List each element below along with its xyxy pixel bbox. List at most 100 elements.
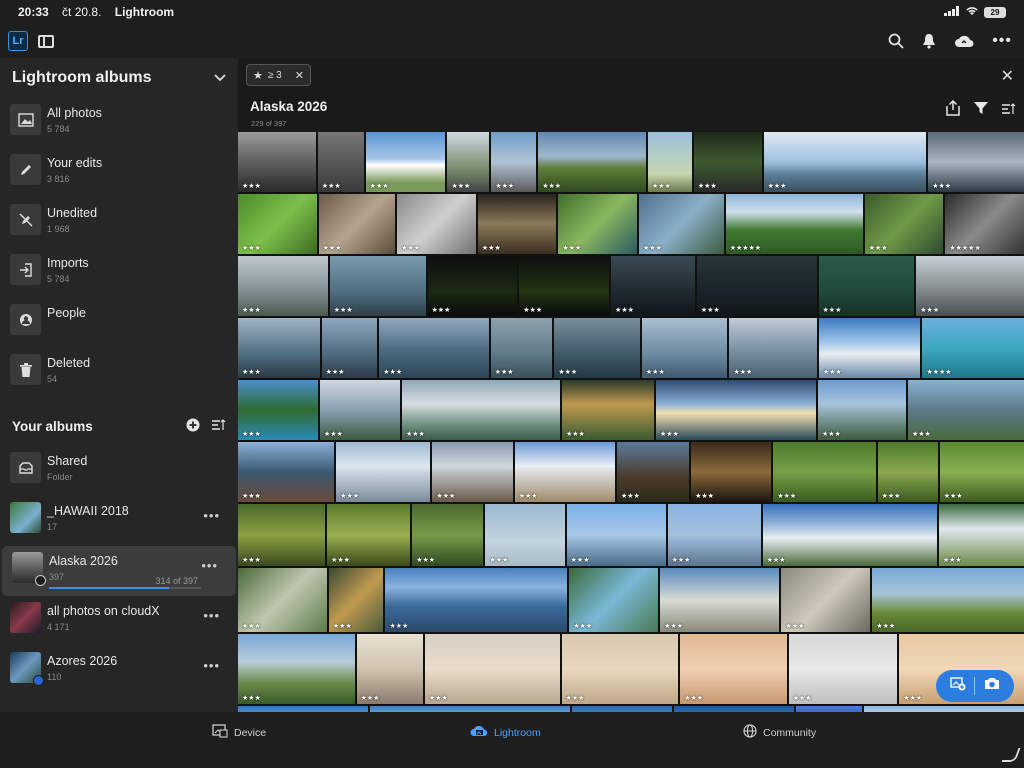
photo-thumbnail[interactable]: ★★★ [877, 442, 938, 502]
close-icon[interactable]: ✕ [295, 69, 304, 82]
camera-icon[interactable] [984, 677, 1000, 695]
sidebar-item-imports[interactable]: Imports 5 784 [0, 248, 238, 298]
album-item-alaska[interactable]: Alaska 2026 397 314 of 397 ••• [2, 546, 236, 596]
photo-thumbnail[interactable]: ★★★ [238, 504, 326, 566]
photo-thumbnail[interactable]: ★★★ [379, 318, 489, 378]
album-item-hawaii[interactable]: _HAWAII 2018 17 ••• [0, 496, 238, 546]
album-item-shared[interactable]: Shared Folder [0, 446, 238, 496]
resize-handle-icon[interactable] [1001, 748, 1021, 762]
photo-thumbnail[interactable]: ★★★ [321, 318, 378, 378]
photo-thumbnail[interactable]: ★★★ [660, 568, 780, 632]
photo-thumbnail[interactable]: ★★★ [424, 634, 560, 704]
tab-device[interactable]: Device [212, 724, 266, 741]
photo-thumbnail[interactable]: ★★★ [327, 504, 411, 566]
photo-thumbnail[interactable]: ★★★ [569, 568, 659, 632]
photo-thumbnail[interactable]: ★★★ [432, 442, 513, 502]
photo-thumbnail[interactable]: ★★★ [928, 132, 1024, 192]
photo-thumbnail[interactable]: ★★★ [938, 504, 1024, 566]
photo-thumbnail[interactable]: ★★★ [356, 634, 423, 704]
photo-thumbnail[interactable]: ★★★ [427, 256, 518, 316]
photo-thumbnail[interactable]: ★★★ [562, 380, 654, 440]
sidebar-item-unedited[interactable]: Unedited 1 968 [0, 198, 238, 248]
photo-thumbnail[interactable]: ★★★ [916, 256, 1024, 316]
sidebar-item-deleted[interactable]: Deleted 54 [0, 348, 238, 398]
photo-thumbnail[interactable]: ★★★ [566, 504, 666, 566]
photo-thumbnail[interactable]: ★★★ [538, 132, 646, 192]
photo-thumbnail[interactable]: ★★★ [818, 318, 921, 378]
share-icon[interactable] [946, 99, 960, 121]
photo-thumbnail[interactable]: ★★★ [908, 380, 1024, 440]
photo-thumbnail[interactable]: ★★★ [639, 194, 724, 254]
chevron-down-icon[interactable] [214, 69, 226, 87]
photo-thumbnail[interactable]: ★★★ [729, 318, 817, 378]
album-more-icon[interactable]: ••• [201, 558, 218, 573]
cloud-sync-icon[interactable] [954, 34, 974, 48]
photo-thumbnail[interactable]: ★★★ [641, 318, 728, 378]
sort-icon[interactable] [212, 418, 226, 434]
photo-thumbnail[interactable]: ★★★ [317, 132, 364, 192]
sort-icon[interactable] [1002, 102, 1016, 120]
photo-thumbnail[interactable]: ★★★ [328, 568, 384, 632]
photo-thumbnail[interactable]: ★★★ [412, 504, 484, 566]
album-item-cloudx[interactable]: all photos on cloudX 4 171 ••• [0, 596, 238, 646]
sidebar-toggle-icon[interactable] [38, 34, 54, 48]
photo-thumbnail[interactable]: ★★★★ [922, 318, 1024, 378]
photo-thumbnail[interactable]: ★★★ [693, 132, 762, 192]
add-album-icon[interactable] [186, 418, 200, 435]
photo-thumbnail[interactable]: ★★★ [656, 380, 816, 440]
photo-thumbnail[interactable]: ★★★ [872, 568, 1024, 632]
photo-thumbnail[interactable]: ★★★ [762, 504, 937, 566]
album-more-icon[interactable]: ••• [203, 508, 220, 523]
photo-thumbnail[interactable]: ★★★ [320, 380, 400, 440]
photo-thumbnail[interactable]: ★★★ [485, 504, 565, 566]
photo-thumbnail[interactable]: ★★★ [490, 318, 553, 378]
photo-thumbnail[interactable]: ★★★ [238, 568, 327, 632]
sidebar-item-people[interactable]: People [0, 298, 238, 348]
photo-thumbnail[interactable]: ★★★ [238, 442, 335, 502]
photo-thumbnail[interactable]: ★★★ [238, 380, 318, 440]
close-filter-icon[interactable]: ✕ [1001, 66, 1014, 86]
photo-thumbnail[interactable]: ★★★ [788, 634, 898, 704]
more-icon[interactable]: ••• [992, 32, 1012, 50]
sidebar-item-your-edits[interactable]: Your edits 3 816 [0, 148, 238, 198]
album-more-icon[interactable]: ••• [203, 658, 220, 673]
photo-thumbnail[interactable]: ★★★ [558, 194, 638, 254]
photo-thumbnail[interactable]: ★★★ [616, 442, 690, 502]
photo-thumbnail[interactable]: ★★★ [238, 256, 328, 316]
photo-thumbnail[interactable]: ★★★ [667, 504, 761, 566]
photo-thumbnail[interactable]: ★★★★★ [725, 194, 863, 254]
photo-thumbnail[interactable]: ★★★ [818, 380, 906, 440]
photo-thumbnail[interactable]: ★★★ [554, 318, 640, 378]
photo-thumbnail[interactable]: ★★★ [647, 132, 692, 192]
photo-thumbnail[interactable]: ★★★ [491, 132, 537, 192]
add-photo-icon[interactable] [950, 676, 966, 696]
album-item-azores[interactable]: Azores 2026 110 ••• [0, 646, 238, 696]
album-more-icon[interactable]: ••• [203, 608, 220, 623]
add-photos-fab[interactable] [936, 670, 1014, 702]
photo-thumbnail[interactable]: ★★★★★ [945, 194, 1024, 254]
photo-thumbnail[interactable]: ★★★ [611, 256, 695, 316]
rating-filter-chip[interactable]: ★ ≥ 3 ✕ [246, 64, 311, 86]
photo-thumbnail[interactable]: ★★★ [773, 442, 876, 502]
photo-thumbnail[interactable]: ★★★ [238, 132, 316, 192]
photo-thumbnail[interactable]: ★★★ [696, 256, 817, 316]
photo-thumbnail[interactable]: ★★★ [365, 132, 446, 192]
filter-icon[interactable] [974, 101, 988, 120]
photo-thumbnail[interactable]: ★★★ [781, 568, 871, 632]
photo-thumbnail[interactable]: ★★★ [318, 194, 396, 254]
bell-icon[interactable] [922, 33, 936, 49]
photo-thumbnail[interactable]: ★★★ [238, 194, 317, 254]
photo-thumbnail[interactable]: ★★★ [238, 634, 355, 704]
photo-thumbnail[interactable]: ★★★ [477, 194, 557, 254]
photo-thumbnail[interactable]: ★★★ [561, 634, 679, 704]
photo-thumbnail[interactable]: ★★★ [691, 442, 772, 502]
photo-thumbnail[interactable]: ★★★ [514, 442, 615, 502]
photo-thumbnail[interactable]: ★★★ [402, 380, 560, 440]
photo-thumbnail[interactable]: ★★★ [939, 442, 1024, 502]
photo-thumbnail[interactable]: ★★★ [385, 568, 568, 632]
photo-thumbnail[interactable]: ★★★ [680, 634, 787, 704]
photo-thumbnail[interactable]: ★★★ [397, 194, 476, 254]
photo-thumbnail[interactable]: ★★★ [238, 318, 320, 378]
photo-thumbnail[interactable]: ★★★ [864, 194, 944, 254]
photo-thumbnail[interactable]: ★★★ [818, 256, 915, 316]
